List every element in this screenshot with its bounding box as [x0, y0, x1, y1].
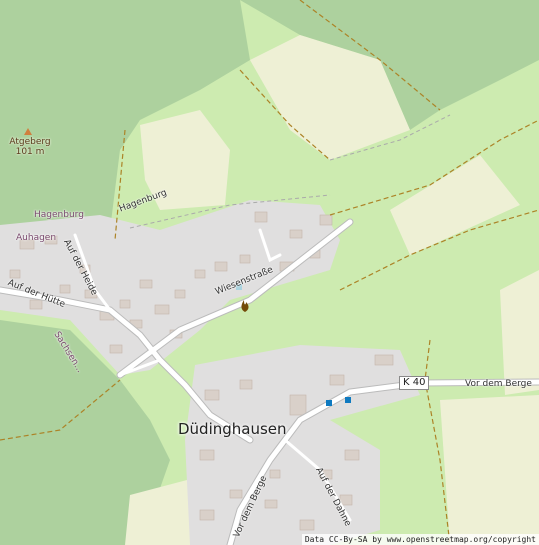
farmland-field: [500, 270, 539, 395]
map-view[interactable]: Hagenburg Auhagen Atgeberg 101 m Hagenbu…: [0, 0, 539, 545]
bus-stop-icon: [326, 400, 332, 406]
label-duedinghausen: Düdinghausen: [178, 420, 287, 438]
road-ref-k40: K 40: [399, 376, 430, 390]
label-auhagen: Auhagen: [16, 233, 57, 243]
farmland-field: [440, 395, 539, 545]
peak-elevation: 101 m: [15, 147, 45, 157]
label-hagenburg-hamlet: Hagenburg: [34, 210, 84, 220]
bus-stop-icon: [345, 397, 351, 403]
label-road-vor-dem-berge-east: Vor dem Berge: [465, 379, 532, 389]
label-peak: Atgeberg 101 m: [8, 137, 52, 157]
attribution[interactable]: Data CC-By-SA by www.openstreetmap.org/c…: [301, 534, 539, 545]
peak-name: Atgeberg: [9, 137, 51, 147]
